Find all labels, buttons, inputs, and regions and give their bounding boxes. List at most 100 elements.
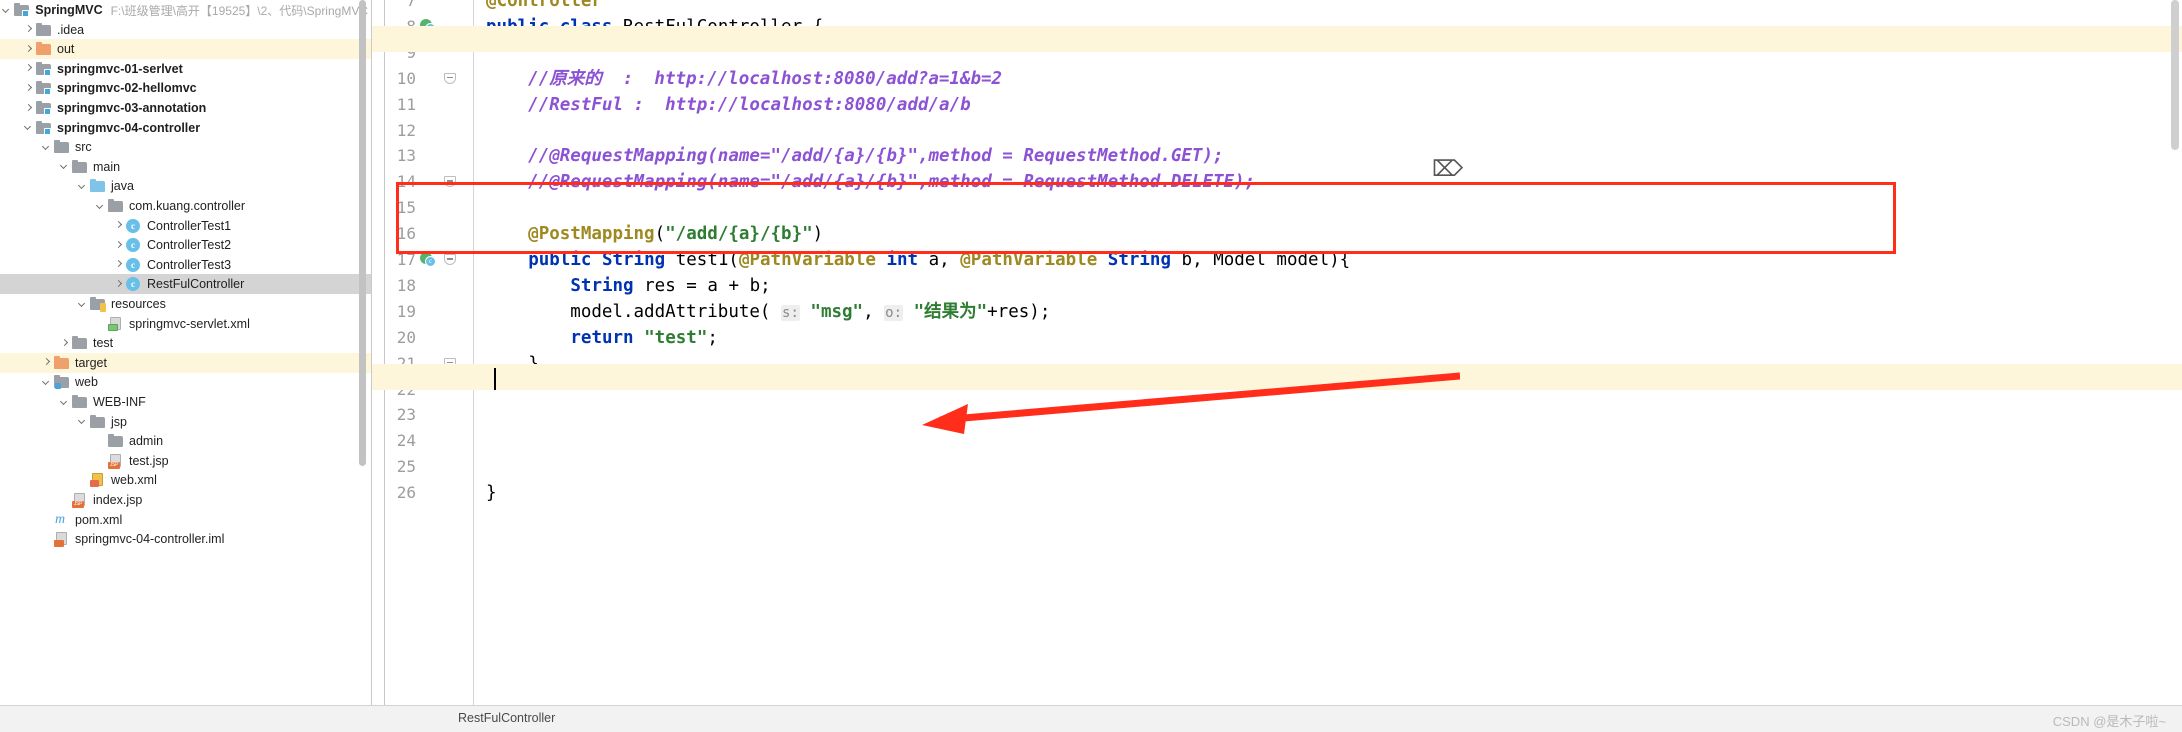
code-line-18[interactable]: String res = a + b; (486, 273, 770, 299)
tree-item-controllertest1[interactable]: c ControllerTest1 (0, 216, 371, 236)
tree-item-web[interactable]: web (0, 372, 371, 392)
tree-item-com-kuang-controller[interactable]: com.kuang.controller (0, 196, 371, 216)
chevron-right-icon[interactable] (22, 43, 35, 56)
folder-icon (108, 434, 124, 448)
gutter-line-number[interactable]: 7 (372, 0, 474, 14)
code-line-17[interactable]: public String test1(@PathVariable int a,… (486, 247, 1350, 273)
chevron-down-icon[interactable] (40, 141, 53, 154)
tree-item-springmvc-04-controller-iml[interactable]: springmvc-04-controller.iml (0, 529, 371, 549)
tree-item-springmvc-servlet-xml[interactable]: springmvc-servlet.xml (0, 314, 371, 334)
code-line-7[interactable]: @Controller (486, 0, 602, 14)
chevron-down-icon[interactable] (58, 396, 71, 409)
code-line-16[interactable]: @PostMapping("/add/{a}/{b}") (486, 221, 823, 247)
tree-item-out[interactable]: out (0, 39, 371, 60)
code-fold-handle[interactable] (444, 71, 458, 87)
tree-item-target[interactable]: target (0, 352, 371, 373)
code-annotation: @Controller (486, 0, 602, 11)
tree-item-web-inf[interactable]: WEB-INF (0, 392, 371, 412)
code-line-10[interactable]: //原来的 : http://localhost:8080/add?a=1&b=… (486, 66, 1002, 92)
code-annotation: @PathVariable (738, 250, 876, 270)
tree-item-springmvc-02-hellomvc[interactable]: springmvc-02-hellomvc (0, 78, 371, 98)
tree-item-springmvc-03-annotation[interactable]: springmvc-03-annotation (0, 98, 371, 118)
gutter-line-number[interactable]: 20 (372, 325, 474, 351)
chevron-down-icon[interactable] (76, 180, 89, 193)
tree-item-restfulcontroller[interactable]: c RestFulController (0, 274, 371, 295)
module-folder-icon (14, 3, 30, 17)
status-breadcrumb[interactable]: RestFulController (458, 711, 555, 725)
tree-item-jsp[interactable]: jsp (0, 412, 371, 432)
tree-item-springmvc-01-serlvet[interactable]: springmvc-01-serlvet (0, 59, 371, 79)
gutter-line-number[interactable]: 16 (372, 221, 474, 247)
gutter-line-number[interactable]: 18 (372, 273, 474, 299)
folder-icon (72, 395, 88, 409)
tree-item-pom-xml[interactable]: m pom.xml (0, 510, 371, 530)
code-content[interactable]: @Controllerpublic class RestFulControlle… (474, 0, 2182, 705)
gutter-line-number[interactable]: 24 (372, 428, 474, 454)
tree-item-label: jsp (111, 414, 127, 429)
tree-item-web-xml[interactable]: web.xml (0, 470, 371, 490)
code-line-13[interactable]: //@RequestMapping(name="/add/{a}/{b}",me… (486, 143, 1223, 169)
chevron-right-icon[interactable] (22, 102, 35, 115)
tree-item-controllertest2[interactable]: c ControllerTest2 (0, 235, 371, 255)
chevron-right-icon[interactable] (40, 356, 53, 369)
chevron-down-icon[interactable] (76, 298, 89, 311)
no-chevron-spacer (94, 317, 107, 330)
run-gutter-icon[interactable]: c (420, 252, 436, 268)
gutter-line-number[interactable]: 23 (372, 402, 474, 428)
tree-item-springmvc-04-controller[interactable]: springmvc-04-controller (0, 118, 371, 138)
tree-item-index-jsp[interactable]: JSP index.jsp (0, 490, 371, 510)
code-line-20[interactable]: return "test"; (486, 325, 718, 351)
chevron-down-icon[interactable] (58, 160, 71, 173)
tree-item-admin[interactable]: admin (0, 431, 371, 451)
tree-item-src[interactable]: src (0, 137, 371, 157)
code-fold-handle[interactable] (444, 252, 458, 268)
tree-item-java[interactable]: java (0, 176, 371, 196)
code-line-11[interactable]: //RestFul : http://localhost:8080/add/a/… (486, 92, 971, 118)
tree-item-controllertest3[interactable]: c ControllerTest3 (0, 255, 371, 275)
tree-item-label: springmvc-02-hellomvc (57, 81, 197, 96)
code-keyword: String (1107, 250, 1171, 270)
editor-gutter[interactable]: 78c91011121314151617c181920212223242526 (372, 0, 474, 705)
gutter-line-number[interactable]: 11 (372, 92, 474, 118)
sidebar-scrollbar-thumb[interactable] (359, 0, 366, 466)
chevron-down-icon[interactable] (94, 200, 107, 213)
gutter-line-number[interactable]: 10 (372, 66, 474, 92)
chevron-down-icon[interactable] (0, 4, 13, 17)
gutter-line-number[interactable]: 26 (372, 480, 474, 506)
chevron-right-icon[interactable] (112, 219, 125, 232)
line-highlight-8 (372, 26, 2182, 52)
code-string: "test" (644, 327, 708, 348)
chevron-down-icon[interactable] (40, 376, 53, 389)
chevron-down-icon[interactable] (22, 121, 35, 134)
code-line-26[interactable]: } (486, 480, 497, 506)
code-line-19[interactable]: model.addAttribute( s: "msg", o: "结果为"+r… (486, 299, 1050, 325)
code-comment: //原来的 : http://localhost:8080/add?a=1&b=… (528, 68, 1003, 89)
code-line-14[interactable]: //@RequestMapping(name="/add/{a}/{b}",me… (486, 169, 1255, 195)
tree-item-test-jsp[interactable]: JSP test.jsp (0, 451, 371, 471)
jsp-file-icon: JSP (72, 493, 88, 508)
gutter-line-number[interactable]: 25 (372, 454, 474, 480)
chevron-right-icon[interactable] (22, 23, 35, 36)
tree-item--idea[interactable]: .idea (0, 20, 371, 40)
tree-item-main[interactable]: main (0, 157, 371, 177)
chevron-right-icon[interactable] (22, 82, 35, 95)
gutter-line-number[interactable]: 15 (372, 195, 474, 221)
gutter-line-number[interactable]: 12 (372, 118, 474, 144)
project-tree-panel[interactable]: SpringMVC F:\班级管理\高开【19525】\2、代码\SpringMV… (0, 0, 372, 732)
gutter-line-number[interactable]: 14 (372, 169, 474, 195)
gutter-line-number[interactable]: 13 (372, 143, 474, 169)
tree-item-springmvc[interactable]: SpringMVC F:\班级管理\高开【19525】\2、代码\SpringMV… (0, 0, 371, 20)
gutter-line-number[interactable]: 19 (372, 299, 474, 325)
tree-item-resources[interactable]: resources (0, 294, 371, 314)
chevron-right-icon[interactable] (112, 278, 125, 291)
code-fold-handle[interactable] (444, 174, 458, 190)
chevron-right-icon[interactable] (58, 337, 71, 350)
tree-item-test[interactable]: test (0, 333, 371, 353)
editor-scrollbar-thumb[interactable] (2171, 0, 2179, 150)
chevron-right-icon[interactable] (112, 258, 125, 271)
chevron-right-icon[interactable] (22, 62, 35, 75)
tree-item-label: springmvc-servlet.xml (129, 316, 250, 331)
code-editor[interactable]: 78c91011121314151617c181920212223242526 … (372, 0, 2182, 705)
chevron-down-icon[interactable] (76, 415, 89, 428)
chevron-right-icon[interactable] (112, 239, 125, 252)
